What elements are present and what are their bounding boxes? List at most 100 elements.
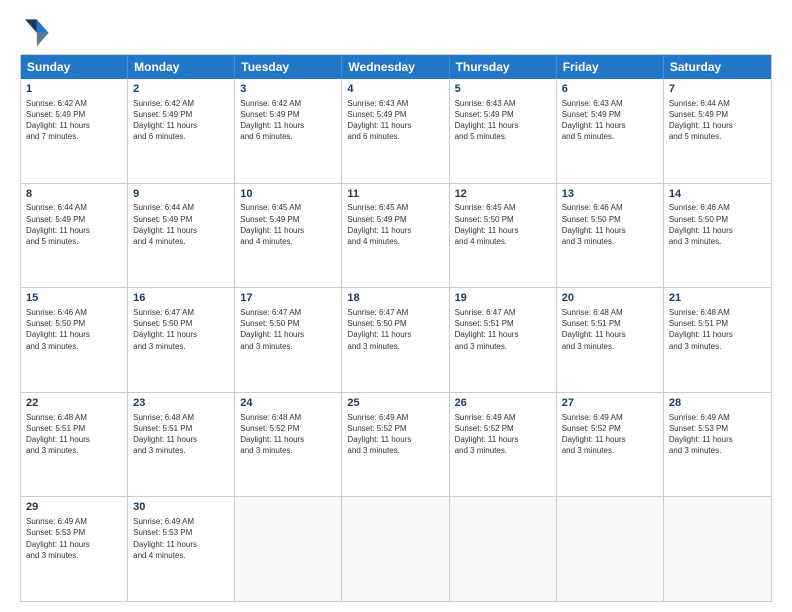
day-number: 7 — [669, 82, 766, 97]
cell-line: Daylight: 11 hours — [26, 539, 122, 550]
day-cell-6: 6Sunrise: 6:43 AMSunset: 5:49 PMDaylight… — [557, 79, 664, 183]
weekday-header-wednesday: Wednesday — [342, 55, 449, 79]
cell-line: Daylight: 11 hours — [347, 225, 443, 236]
day-number: 6 — [562, 82, 658, 97]
cell-line: Daylight: 11 hours — [562, 329, 658, 340]
cell-line: Sunrise: 6:49 AM — [562, 412, 658, 423]
cell-line: Daylight: 11 hours — [26, 225, 122, 236]
day-cell-12: 12Sunrise: 6:45 AMSunset: 5:50 PMDayligh… — [450, 184, 557, 288]
day-number: 19 — [455, 291, 551, 306]
day-cell-19: 19Sunrise: 6:47 AMSunset: 5:51 PMDayligh… — [450, 288, 557, 392]
cell-line: Sunset: 5:49 PM — [562, 109, 658, 120]
day-cell-17: 17Sunrise: 6:47 AMSunset: 5:50 PMDayligh… — [235, 288, 342, 392]
cell-line: Sunset: 5:50 PM — [26, 318, 122, 329]
day-cell-20: 20Sunrise: 6:48 AMSunset: 5:51 PMDayligh… — [557, 288, 664, 392]
cell-line: Daylight: 11 hours — [133, 539, 229, 550]
day-number: 10 — [240, 187, 336, 202]
day-cell-16: 16Sunrise: 6:47 AMSunset: 5:50 PMDayligh… — [128, 288, 235, 392]
cell-line: and 3 minutes. — [347, 445, 443, 456]
calendar-body: 1Sunrise: 6:42 AMSunset: 5:49 PMDaylight… — [21, 79, 771, 601]
cell-line: Daylight: 11 hours — [240, 434, 336, 445]
cell-line: and 6 minutes. — [133, 131, 229, 142]
cell-line: and 4 minutes. — [347, 236, 443, 247]
calendar-row-1: 1Sunrise: 6:42 AMSunset: 5:49 PMDaylight… — [21, 79, 771, 183]
day-cell-22: 22Sunrise: 6:48 AMSunset: 5:51 PMDayligh… — [21, 393, 128, 497]
day-cell-15: 15Sunrise: 6:46 AMSunset: 5:50 PMDayligh… — [21, 288, 128, 392]
header — [20, 16, 772, 48]
cell-line: Sunset: 5:53 PM — [133, 527, 229, 538]
day-cell-21: 21Sunrise: 6:48 AMSunset: 5:51 PMDayligh… — [664, 288, 771, 392]
cell-line: Daylight: 11 hours — [669, 329, 766, 340]
cell-line: and 5 minutes. — [26, 236, 122, 247]
cell-line: Sunrise: 6:46 AM — [26, 307, 122, 318]
cell-line: and 3 minutes. — [240, 445, 336, 456]
cell-line: Sunrise: 6:48 AM — [562, 307, 658, 318]
day-number: 30 — [133, 500, 229, 515]
day-number: 15 — [26, 291, 122, 306]
cell-line: Sunset: 5:49 PM — [669, 109, 766, 120]
cell-line: and 3 minutes. — [26, 445, 122, 456]
day-cell-18: 18Sunrise: 6:47 AMSunset: 5:50 PMDayligh… — [342, 288, 449, 392]
cell-line: Daylight: 11 hours — [455, 434, 551, 445]
cell-line: Sunset: 5:51 PM — [133, 423, 229, 434]
logo-icon — [20, 16, 52, 48]
cell-line: Sunrise: 6:45 AM — [455, 202, 551, 213]
cell-line: Sunset: 5:49 PM — [347, 109, 443, 120]
cell-line: Sunset: 5:49 PM — [133, 214, 229, 225]
cell-line: Sunset: 5:49 PM — [26, 214, 122, 225]
cell-line: Sunrise: 6:43 AM — [347, 98, 443, 109]
cell-line: Sunrise: 6:47 AM — [240, 307, 336, 318]
calendar-row-4: 22Sunrise: 6:48 AMSunset: 5:51 PMDayligh… — [21, 392, 771, 497]
cell-line: Sunset: 5:52 PM — [347, 423, 443, 434]
cell-line: and 5 minutes. — [455, 131, 551, 142]
cell-line: Sunrise: 6:49 AM — [455, 412, 551, 423]
cell-line: Sunset: 5:53 PM — [26, 527, 122, 538]
cell-line: Daylight: 11 hours — [347, 120, 443, 131]
day-number: 27 — [562, 396, 658, 411]
day-number: 23 — [133, 396, 229, 411]
day-cell-11: 11Sunrise: 6:45 AMSunset: 5:49 PMDayligh… — [342, 184, 449, 288]
cell-line: and 3 minutes. — [562, 236, 658, 247]
cell-line: Sunset: 5:52 PM — [240, 423, 336, 434]
cell-line: and 3 minutes. — [26, 550, 122, 561]
cell-line: Daylight: 11 hours — [240, 120, 336, 131]
cell-line: and 5 minutes. — [669, 131, 766, 142]
cell-line: Sunrise: 6:42 AM — [133, 98, 229, 109]
day-number: 22 — [26, 396, 122, 411]
cell-line: and 3 minutes. — [347, 341, 443, 352]
day-number: 28 — [669, 396, 766, 411]
day-cell-3: 3Sunrise: 6:42 AMSunset: 5:49 PMDaylight… — [235, 79, 342, 183]
cell-line: Sunset: 5:49 PM — [240, 109, 336, 120]
calendar: SundayMondayTuesdayWednesdayThursdayFrid… — [20, 54, 772, 602]
page: SundayMondayTuesdayWednesdayThursdayFrid… — [0, 0, 792, 612]
cell-line: Sunrise: 6:46 AM — [669, 202, 766, 213]
cell-line: Sunrise: 6:47 AM — [133, 307, 229, 318]
cell-line: Sunrise: 6:47 AM — [347, 307, 443, 318]
cell-line: Sunset: 5:49 PM — [133, 109, 229, 120]
cell-line: Daylight: 11 hours — [669, 434, 766, 445]
calendar-row-5: 29Sunrise: 6:49 AMSunset: 5:53 PMDayligh… — [21, 496, 771, 601]
cell-line: Sunrise: 6:43 AM — [562, 98, 658, 109]
cell-line: Sunrise: 6:47 AM — [455, 307, 551, 318]
day-number: 24 — [240, 396, 336, 411]
weekday-header-friday: Friday — [557, 55, 664, 79]
cell-line: Sunrise: 6:48 AM — [669, 307, 766, 318]
cell-line: Sunset: 5:52 PM — [562, 423, 658, 434]
cell-line: Daylight: 11 hours — [26, 120, 122, 131]
cell-line: and 4 minutes. — [133, 550, 229, 561]
cell-line: and 4 minutes. — [240, 236, 336, 247]
cell-line: and 3 minutes. — [133, 341, 229, 352]
day-cell-10: 10Sunrise: 6:45 AMSunset: 5:49 PMDayligh… — [235, 184, 342, 288]
day-cell-7: 7Sunrise: 6:44 AMSunset: 5:49 PMDaylight… — [664, 79, 771, 183]
day-cell-24: 24Sunrise: 6:48 AMSunset: 5:52 PMDayligh… — [235, 393, 342, 497]
cell-line: Sunrise: 6:44 AM — [669, 98, 766, 109]
calendar-header: SundayMondayTuesdayWednesdayThursdayFrid… — [21, 55, 771, 79]
day-number: 13 — [562, 187, 658, 202]
cell-line: Daylight: 11 hours — [133, 120, 229, 131]
cell-line: Sunset: 5:49 PM — [26, 109, 122, 120]
cell-line: Daylight: 11 hours — [133, 225, 229, 236]
cell-line: Sunset: 5:50 PM — [133, 318, 229, 329]
cell-line: Sunset: 5:49 PM — [347, 214, 443, 225]
day-cell-8: 8Sunrise: 6:44 AMSunset: 5:49 PMDaylight… — [21, 184, 128, 288]
weekday-header-sunday: Sunday — [21, 55, 128, 79]
